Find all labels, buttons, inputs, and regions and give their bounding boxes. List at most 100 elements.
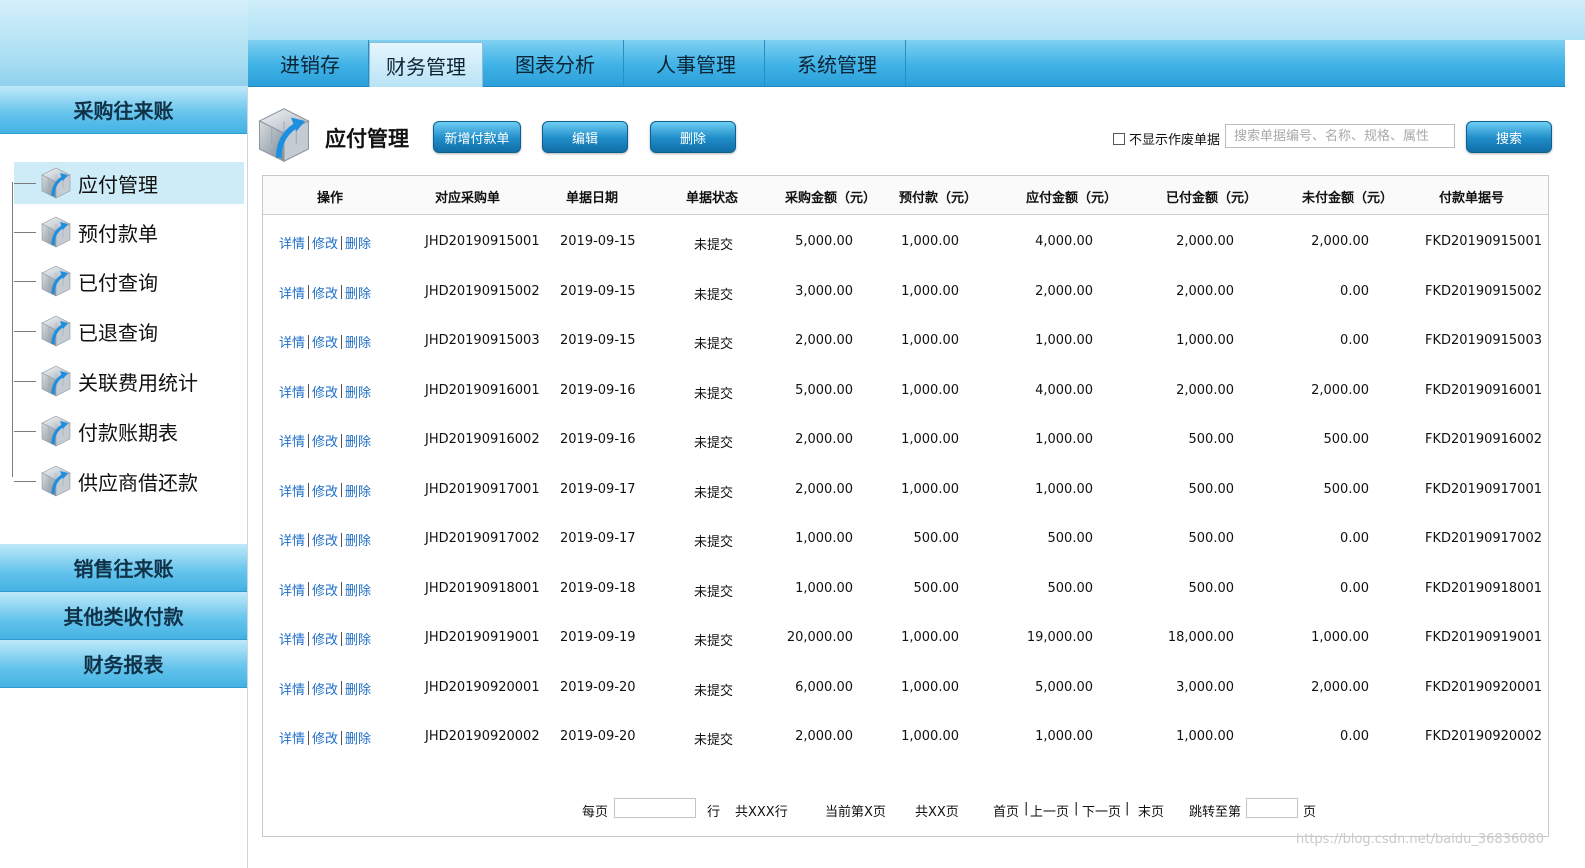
detail-link[interactable]: 详情: [279, 382, 305, 401]
tab-inventory[interactable]: 进销存: [248, 40, 369, 86]
delete-link[interactable]: 删除: [345, 332, 371, 351]
cell-paid: 18,000.00: [1167, 630, 1234, 645]
sidebar-item-prepayments[interactable]: 预付款单: [14, 211, 244, 253]
edit-link[interactable]: 修改: [312, 629, 338, 648]
cell-paid: 500.00: [1188, 481, 1235, 497]
edit-link[interactable]: 修改: [312, 728, 338, 747]
detail-link[interactable]: 详情: [279, 431, 305, 450]
edit-link[interactable]: 修改: [312, 679, 338, 698]
action-separator: [341, 631, 343, 646]
col-header-purchase-order: 对应采购单: [435, 191, 501, 206]
row-actions: 详情 修改 删除: [279, 728, 371, 747]
sidebar-item-returned-query[interactable]: 已退查询: [14, 310, 244, 352]
detail-link[interactable]: 详情: [279, 233, 305, 252]
delete-link[interactable]: 删除: [345, 382, 371, 401]
delete-link[interactable]: 删除: [345, 530, 371, 549]
col-header-status: 单据状态: [686, 191, 739, 206]
edit-button[interactable]: 编辑: [542, 121, 628, 153]
sidebar-section-other[interactable]: 其他类收付款: [0, 592, 247, 640]
sidebar-item-related-costs[interactable]: 关联费用统计: [14, 360, 244, 402]
sidebar-section-sales[interactable]: 销售往来账: [0, 544, 247, 592]
delete-link[interactable]: 删除: [345, 580, 371, 599]
sidebar-item-supplier-loans[interactable]: 供应商借还款: [14, 460, 244, 502]
pager-separator: |: [1024, 801, 1029, 816]
total-rows: 共XXX行: [735, 805, 788, 820]
new-payment-button[interactable]: 新增付款单: [433, 121, 521, 153]
hide-void-checkbox[interactable]: [1113, 132, 1125, 145]
action-separator: [308, 681, 310, 695]
cell-unpaid: 2,000.00: [1311, 382, 1369, 398]
per-page-input[interactable]: [614, 798, 696, 818]
table-row: 详情 修改 删除 JHD20190917001 2019-09-17 未提交 2,000.0…: [263, 464, 1548, 513]
edit-link[interactable]: 修改: [312, 233, 338, 252]
col-header-paid: 已付金额（元）: [1166, 191, 1258, 206]
sidebar-item-label: 供应商借还款: [78, 470, 198, 495]
delete-link[interactable]: 删除: [345, 431, 371, 450]
action-separator: [341, 384, 343, 398]
cell-payable: 500.00: [1047, 580, 1094, 596]
tab-finance[interactable]: 财务管理: [369, 42, 483, 87]
delete-link[interactable]: 删除: [345, 679, 371, 698]
cell-purchase-amount: 3,000.00: [795, 283, 853, 299]
table-row: 详情 修改 删除 JHD20190917002 2019-09-17 未提交 1,000.0…: [263, 513, 1548, 562]
tab-hr[interactable]: 人事管理: [624, 40, 765, 86]
sidebar-item-label: 预付款单: [78, 221, 158, 246]
cell-prepayment: 1,000.00: [901, 481, 959, 497]
edit-link[interactable]: 修改: [312, 332, 338, 351]
sidebar-section-purchase[interactable]: 采购往来账: [0, 86, 247, 134]
tree-branch-line: [14, 330, 36, 332]
edit-link[interactable]: 修改: [312, 283, 338, 302]
cell-date: 2019-09-17: [560, 481, 636, 497]
jump-page-input[interactable]: [1246, 798, 1298, 818]
table-row: 详情 修改 删除 JHD20190916001 2019-09-16 未提交 5,000.0…: [263, 365, 1548, 414]
delete-link[interactable]: 删除: [345, 481, 371, 500]
detail-link[interactable]: 详情: [279, 629, 305, 648]
delete-link[interactable]: 删除: [345, 283, 371, 302]
delete-link[interactable]: 删除: [345, 629, 371, 648]
edit-link[interactable]: 修改: [312, 382, 338, 401]
detail-link[interactable]: 详情: [279, 283, 305, 302]
delete-link[interactable]: 删除: [345, 728, 371, 747]
cell-purchase-order: JHD20190919001: [425, 630, 540, 645]
cell-prepayment: 500.00: [913, 580, 960, 596]
delete-button[interactable]: 删除: [650, 121, 736, 153]
edit-link[interactable]: 修改: [312, 530, 338, 549]
edit-link[interactable]: 修改: [312, 580, 338, 599]
edit-link[interactable]: 修改: [312, 431, 338, 450]
row-actions: 详情 修改 删除: [279, 431, 371, 450]
cell-paid: 1,000.00: [1176, 729, 1234, 744]
sidebar: 采购往来账 应付管理 预付款单 已付查询 已退查询 关联费用统计 付款账期表 供…: [0, 86, 248, 868]
cell-purchase-amount: 2,000.00: [795, 729, 853, 744]
delete-link[interactable]: 删除: [345, 233, 371, 252]
first-page-link[interactable]: 首页: [993, 801, 1019, 820]
last-page-link[interactable]: 末页: [1138, 801, 1164, 820]
cell-status: 未提交: [694, 535, 734, 550]
detail-link[interactable]: 详情: [279, 332, 305, 351]
prev-page-link[interactable]: 上一页: [1030, 801, 1069, 820]
edit-link[interactable]: 修改: [312, 481, 338, 500]
sidebar-item-payment-terms[interactable]: 付款账期表: [14, 410, 244, 452]
search-button[interactable]: 搜索: [1466, 121, 1552, 153]
tree-branch-line: [14, 182, 36, 184]
cell-paid: 1,000.00: [1176, 333, 1234, 348]
cell-payable: 4,000.00: [1035, 234, 1093, 249]
action-separator: [341, 532, 343, 547]
tab-charts[interactable]: 图表分析: [483, 40, 624, 86]
detail-link[interactable]: 详情: [279, 580, 305, 599]
search-input[interactable]: [1225, 124, 1455, 148]
detail-link[interactable]: 详情: [279, 679, 305, 698]
cell-payable: 1,000.00: [1035, 432, 1093, 447]
detail-link[interactable]: 详情: [279, 530, 305, 549]
sidebar-section-reports[interactable]: 财务报表: [0, 640, 247, 688]
table-row: 详情 修改 删除 JHD20190915002 2019-09-15 未提交 3,000.0…: [263, 266, 1548, 315]
next-page-link[interactable]: 下一页: [1082, 801, 1121, 820]
tab-system[interactable]: 系统管理: [765, 40, 906, 86]
detail-link[interactable]: 详情: [279, 481, 305, 500]
col-header-unpaid: 未付金额（元）: [1302, 191, 1394, 206]
sidebar-item-payables[interactable]: 应付管理: [14, 162, 244, 204]
table-row: 详情 修改 删除 JHD20190920001 2019-09-20 未提交 6,000.0…: [263, 662, 1548, 711]
jump-to-label: 跳转至第: [1189, 805, 1242, 820]
detail-link[interactable]: 详情: [279, 728, 305, 747]
sidebar-item-paid-query[interactable]: 已付查询: [14, 260, 244, 302]
hide-void-toggle[interactable]: 不显示作废单据: [1113, 129, 1220, 148]
